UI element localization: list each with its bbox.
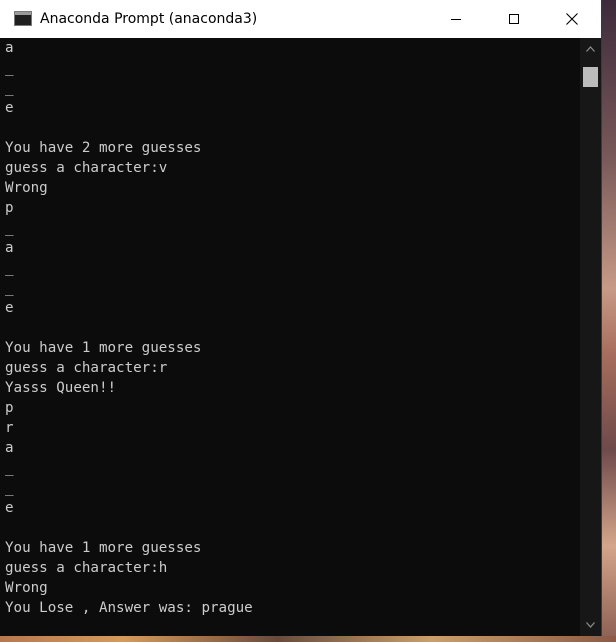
- console-line: You Lose , Answer was: prague: [5, 600, 253, 616]
- console-line: _: [5, 60, 14, 76]
- scroll-down-button[interactable]: [580, 616, 601, 633]
- console-line: e: [5, 300, 14, 316]
- minimize-button[interactable]: [427, 0, 485, 38]
- console-app-icon[interactable]: [14, 11, 32, 26]
- scroll-down-arrow-icon: [586, 621, 595, 628]
- scroll-up-arrow-icon: [586, 45, 595, 52]
- console-line: a: [5, 440, 14, 456]
- console-line: e: [5, 100, 14, 116]
- minimize-icon: [451, 18, 461, 20]
- console-line: You have 1 more guesses: [5, 340, 202, 356]
- console-line: Yasss Queen!!: [5, 380, 117, 396]
- maximize-icon: [509, 14, 519, 24]
- console-line: Wrong: [5, 180, 48, 196]
- console-line: _: [5, 80, 14, 96]
- scroll-up-button[interactable]: [580, 40, 601, 57]
- terminal-window: Anaconda Prompt (anaconda3) a _ _ e You have…: [0, 0, 602, 636]
- console-line: _: [5, 460, 14, 476]
- console-line: _: [5, 260, 14, 276]
- close-icon: [566, 13, 578, 25]
- console-line: e: [5, 500, 14, 516]
- console-line: p: [5, 200, 14, 216]
- console-line: p: [5, 400, 14, 416]
- console-line: _: [5, 220, 14, 236]
- console-line: a: [5, 240, 14, 256]
- console-line: guess a character:v: [5, 160, 168, 176]
- console-line: _: [5, 480, 14, 496]
- console-line: You have 2 more guesses: [5, 140, 202, 156]
- console-line: guess a character:h: [5, 560, 168, 576]
- console-line: Wrong: [5, 580, 48, 596]
- console-line: r: [5, 420, 14, 436]
- scroll-thumb[interactable]: [583, 67, 598, 87]
- vertical-scrollbar[interactable]: [580, 38, 601, 636]
- maximize-button[interactable]: [485, 0, 543, 38]
- console-output[interactable]: a _ _ e You have 2 more guesses guess a chara…: [0, 38, 580, 636]
- close-button[interactable]: [543, 0, 601, 38]
- desktop-wallpaper: [602, 0, 616, 642]
- console-line: You have 1 more guesses: [5, 540, 202, 556]
- console-line: guess a character:r: [5, 360, 168, 376]
- console-line: a: [5, 40, 14, 56]
- console-line: _: [5, 280, 14, 296]
- window-title: Anaconda Prompt (anaconda3): [40, 11, 258, 27]
- desktop-wallpaper-bottom: [0, 636, 616, 642]
- title-bar[interactable]: Anaconda Prompt (anaconda3): [0, 0, 601, 38]
